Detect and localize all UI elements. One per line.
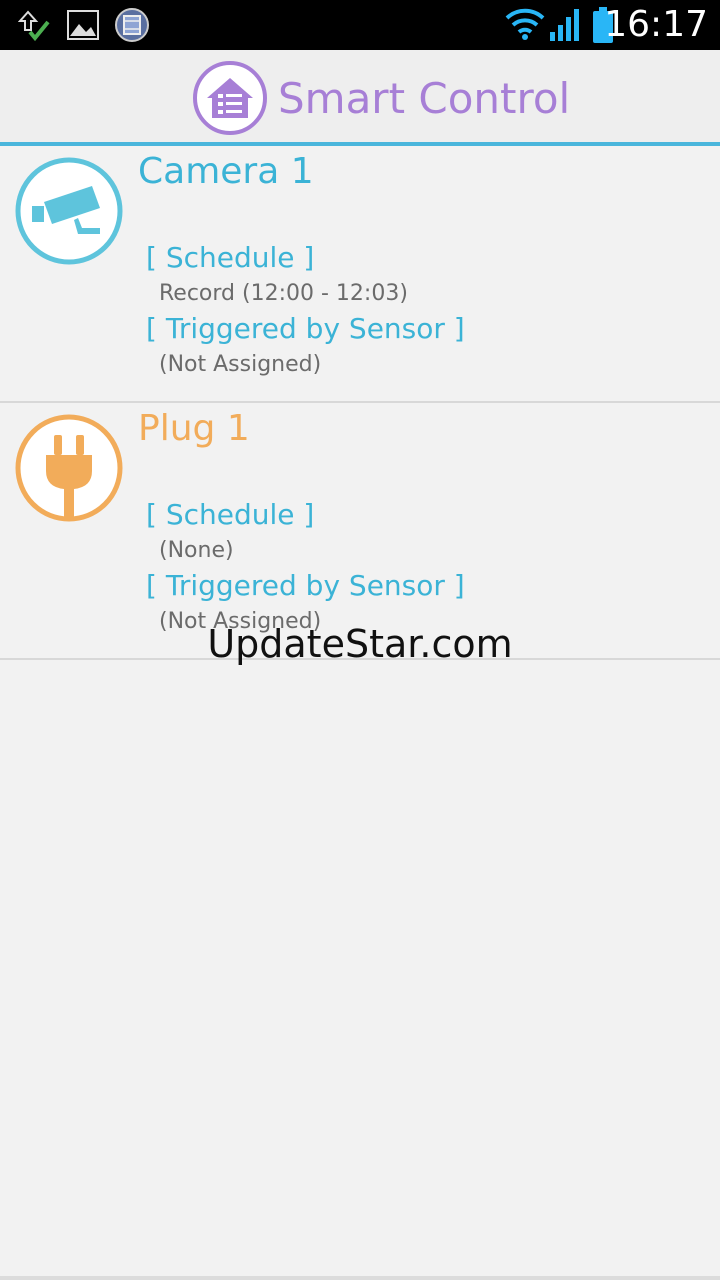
status-bar: 16:17 bbox=[0, 0, 720, 50]
clock: 16:17 bbox=[604, 4, 708, 45]
app-title: Smart Control bbox=[278, 74, 571, 123]
bottom-divider bbox=[0, 1276, 720, 1280]
gallery-icon bbox=[66, 8, 100, 46]
device-name: Camera 1 bbox=[138, 151, 314, 192]
schedule-value: (None) bbox=[159, 538, 234, 563]
wifi-icon bbox=[505, 6, 545, 48]
camera-icon bbox=[14, 156, 124, 270]
plug-icon bbox=[14, 413, 124, 527]
film-icon bbox=[114, 7, 150, 47]
schedule-link[interactable]: [ Schedule ] bbox=[146, 241, 314, 275]
signal-icon bbox=[548, 8, 582, 46]
sensor-value: (Not Assigned) bbox=[159, 352, 322, 377]
device-name: Plug 1 bbox=[138, 408, 250, 449]
watermark-text: UpdateStar.com bbox=[207, 622, 513, 666]
schedule-value: Record (12:00 - 12:03) bbox=[159, 281, 408, 306]
triggered-by-sensor-link[interactable]: [ Triggered by Sensor ] bbox=[146, 312, 465, 346]
upload-done-icon bbox=[17, 8, 54, 46]
triggered-by-sensor-link[interactable]: [ Triggered by Sensor ] bbox=[146, 569, 465, 603]
smart-home-icon bbox=[192, 60, 268, 140]
device-row-camera-1[interactable]: Camera 1 [ Schedule ] Record (12:00 - 12… bbox=[0, 146, 720, 403]
schedule-link[interactable]: [ Schedule ] bbox=[146, 498, 314, 532]
